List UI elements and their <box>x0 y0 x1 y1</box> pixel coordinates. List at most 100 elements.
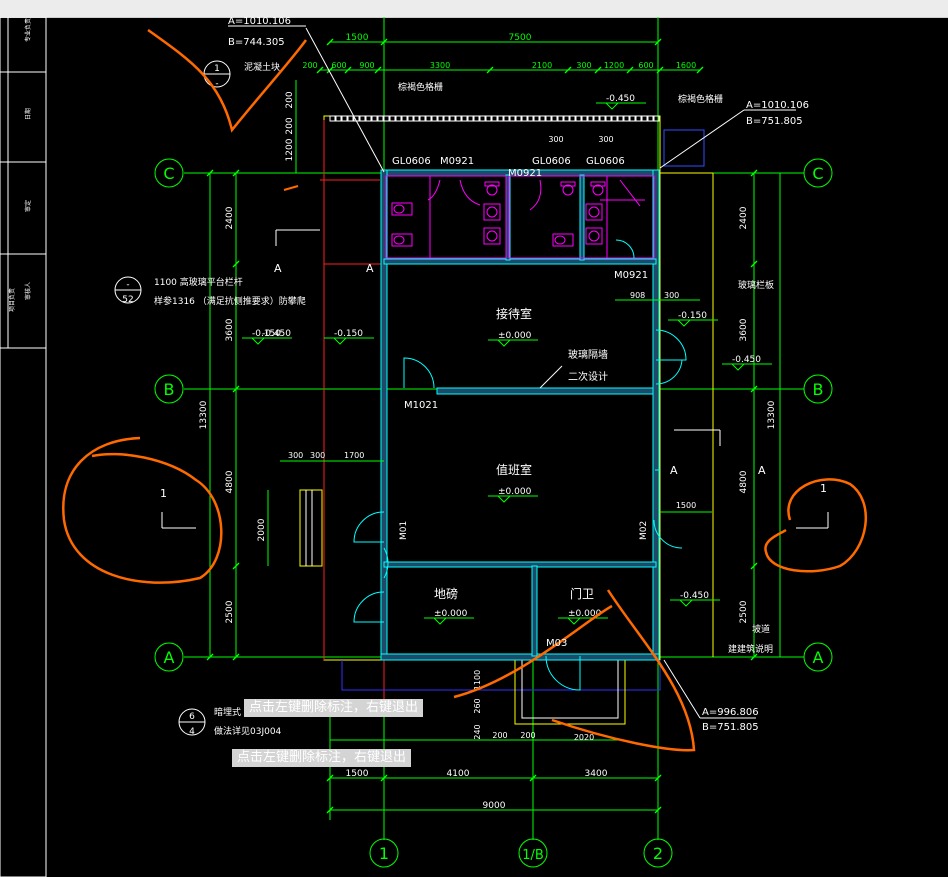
axis-label: B <box>813 380 824 399</box>
fence-post <box>575 115 582 122</box>
coord-text: A=1010.106 <box>228 17 291 27</box>
coord-leader <box>305 27 385 173</box>
fence-post <box>413 115 420 122</box>
label-text: 样参1316 （满足抗侧推要求）防攀爬 <box>154 295 306 307</box>
coord-text: A=996.806 <box>702 707 759 718</box>
door-m03 <box>545 655 581 691</box>
wall-segment <box>380 653 660 661</box>
fence-post <box>521 115 528 122</box>
toilet-bowl <box>554 235 566 245</box>
coord-text: B=751.805 <box>746 116 803 127</box>
fence-post <box>587 115 594 122</box>
toilet-bowl <box>393 235 405 245</box>
railing-block <box>299 489 323 567</box>
annotation-circle-left <box>62 436 223 584</box>
label-text: 二次设计 <box>568 370 608 383</box>
dim-text: 200 <box>520 731 535 740</box>
dim-text: 300 <box>598 135 613 144</box>
fence-post <box>467 115 474 122</box>
wall-segment <box>383 561 657 568</box>
fence-post <box>419 115 426 122</box>
coord-leader <box>659 109 745 169</box>
label-text: 1100 高玻璃平台栏杆 <box>154 276 243 288</box>
dim-text: 9000 <box>483 801 506 811</box>
title-block-frame <box>0 17 47 877</box>
wall-segment <box>531 565 538 657</box>
fence-post <box>455 115 462 122</box>
fence-post <box>533 115 540 122</box>
annotation-number: 1 <box>160 487 167 500</box>
door-tag: M01 <box>399 521 409 540</box>
dim-text: 200 <box>285 91 295 108</box>
dim-text: 600 <box>638 61 653 70</box>
title-block-label: 专业负责 <box>24 18 32 42</box>
dim-text: 2400 <box>739 206 749 229</box>
dim-text: 1700 <box>344 451 364 460</box>
fence-post <box>503 115 510 122</box>
fence-post <box>629 115 636 122</box>
dim-text: 13300 <box>199 400 209 429</box>
dim-text: 300 <box>576 61 591 70</box>
door-tag: GL0606 <box>586 156 625 167</box>
label-text: 建建筑说明 <box>728 643 773 655</box>
section-label: A <box>670 464 678 477</box>
dim-text: 1200 <box>285 138 295 161</box>
dim-text: 600 <box>331 61 346 70</box>
door-tag: GL0606 <box>392 156 431 167</box>
dim-text: 300 <box>664 291 679 300</box>
fence-post <box>635 115 642 122</box>
fence-post <box>359 115 366 122</box>
drawing-text: A=1010.106 B=744.305 A=1010.106 B=751.805 A=… <box>154 17 809 737</box>
fence-post <box>557 115 564 122</box>
fence-post <box>527 115 534 122</box>
drawing-canvas[interactable]: 专业负责日期审定项目负责 审核人 1 1/B 2 C C B B A A 1500 7500 200 6… <box>0 17 948 877</box>
elevation-text: ±0.000 <box>498 487 532 497</box>
fence-post <box>407 115 414 122</box>
walls <box>299 115 714 725</box>
dim-text: 1200 <box>604 61 624 70</box>
dim-text: 200 <box>302 61 317 70</box>
axis-label: C <box>163 164 174 183</box>
fence-post <box>569 115 576 122</box>
fence-post <box>461 115 468 122</box>
axis-label: C <box>812 164 823 183</box>
window-top-strip <box>0 0 948 18</box>
dim-text: 1500 <box>346 33 369 43</box>
annotation-stroke <box>283 185 299 191</box>
dim-text: 1500 <box>346 769 369 779</box>
label-text: 暗埋式 <box>214 706 241 718</box>
title-block-label: 项目负责 <box>8 288 16 312</box>
dim-text: 4100 <box>447 769 470 779</box>
label-text: 玻璃隔墙 <box>568 348 608 361</box>
sanitary-fixtures <box>391 179 641 247</box>
fence-post <box>341 115 348 122</box>
toilet <box>552 233 574 247</box>
dim-text: 3600 <box>225 318 235 341</box>
fence-post <box>437 115 444 122</box>
section-label: A <box>274 262 282 275</box>
fence-post <box>449 115 456 122</box>
fence-post <box>425 115 432 122</box>
fence-post <box>611 115 618 122</box>
dim-text: 3300 <box>430 61 450 70</box>
label-text: 棕褐色格栅 <box>398 81 443 93</box>
dim-text: 1500 <box>676 501 696 510</box>
basin-bowl <box>588 206 600 218</box>
index-text: 1 <box>214 64 220 74</box>
elevation-text: -0.450 <box>262 329 291 339</box>
elevation-text: -0.150 <box>678 311 707 321</box>
elevation-text: ±0.000 <box>434 609 468 619</box>
door-swing <box>459 179 481 206</box>
basin-bowl <box>486 206 498 218</box>
fence-post <box>563 115 570 122</box>
dim-text: 3400 <box>585 769 608 779</box>
fence-post <box>383 115 390 122</box>
elevation-text: -0.150 <box>334 329 363 339</box>
index-text: 52 <box>122 295 133 305</box>
label-text: 泥凝土块 <box>244 61 280 73</box>
room-name: 门卫 <box>570 586 594 601</box>
door-m01b <box>353 591 385 623</box>
axis-label: B <box>164 380 175 399</box>
basin <box>585 203 603 221</box>
dim-text: 4800 <box>225 470 235 493</box>
